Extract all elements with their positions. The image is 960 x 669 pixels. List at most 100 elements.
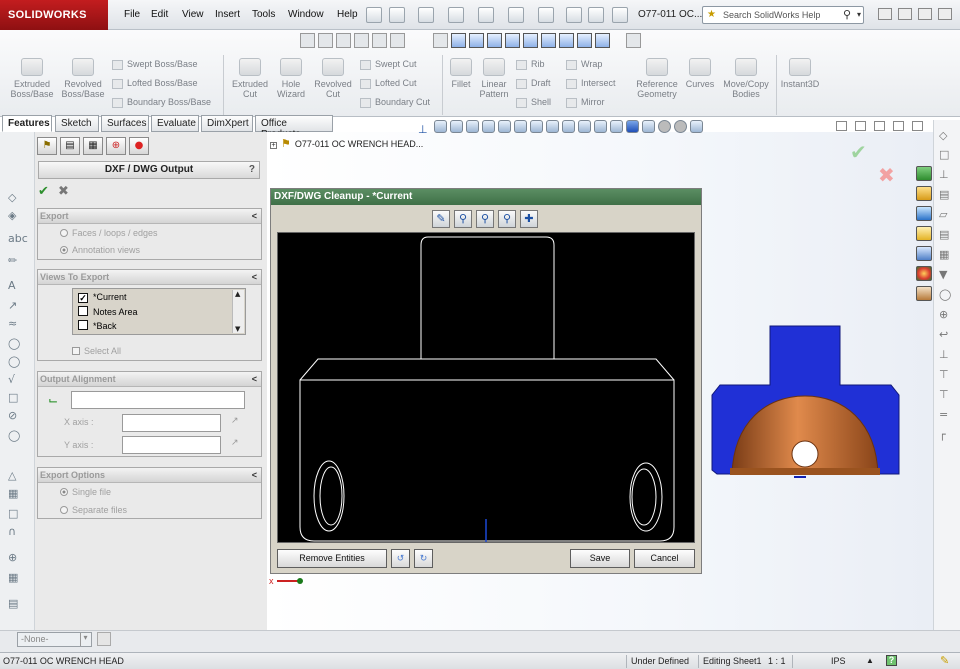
centerline-icon[interactable]: ▦ [8, 572, 22, 584]
swept-boss-button[interactable]: Swept Boss/Base [112, 59, 198, 70]
realview-icon[interactable] [690, 120, 703, 133]
view-settings-icon[interactable] [578, 120, 591, 133]
tab-sketch[interactable]: Sketch [55, 115, 99, 132]
radio-annotation-views[interactable]: Annotation views [60, 245, 140, 255]
checkbox-checked-icon[interactable]: ✓ [78, 293, 88, 303]
list-icon[interactable] [354, 33, 369, 48]
lofted-cut-button[interactable]: Lofted Cut [360, 78, 417, 89]
datum-target-icon[interactable]: △ [8, 470, 22, 482]
task-pane-icon[interactable]: □ [939, 148, 949, 161]
section-view-icon[interactable] [318, 33, 333, 48]
task-pane-icon[interactable]: ⊕ [939, 308, 948, 321]
reference-triad-icon[interactable]: ⊥ [418, 123, 431, 136]
view-orientation-icon[interactable] [498, 120, 511, 133]
new-document-icon[interactable] [389, 7, 405, 23]
zoom-to-fit-icon[interactable] [434, 120, 447, 133]
menu-help[interactable]: Help [337, 9, 358, 20]
task-pane-icon[interactable]: ⊥ [939, 168, 949, 181]
views-list[interactable]: ✓ *Current Notes Area *Back ▲ ▼ [72, 288, 246, 335]
revision-symbol-icon[interactable]: ∩ [8, 526, 22, 538]
task-pane-icon[interactable]: ◯ [939, 288, 951, 301]
menu-insert[interactable]: Insert [215, 9, 240, 20]
chart-icon[interactable] [390, 33, 405, 48]
close-doc-icon[interactable] [912, 121, 923, 131]
chevron-down-icon[interactable]: ▾ [80, 633, 90, 646]
list-item[interactable]: ✓ *Current [78, 292, 127, 303]
balloon-icon[interactable]: ≈ [8, 318, 22, 330]
dimetric-view-icon[interactable] [594, 33, 610, 48]
zoom-area-icon[interactable]: ⚲ [476, 210, 494, 228]
configuration-manager-tab-icon[interactable]: ▦ [83, 137, 103, 155]
view-orientation-icon[interactable] [300, 33, 315, 48]
isometric-view-icon[interactable] [558, 33, 574, 48]
origin-field[interactable] [71, 391, 245, 409]
extruded-boss-button[interactable]: Extruded Boss/Base [8, 58, 56, 99]
zoom-area-icon[interactable] [450, 120, 463, 133]
auto-balloon-icon[interactable]: ◯ [8, 338, 22, 350]
expand-icon[interactable]: + [270, 142, 277, 149]
edit-appearance-icon[interactable] [546, 120, 559, 133]
dynamic-view-icon[interactable] [336, 33, 351, 48]
fillet-button[interactable]: Fillet [446, 58, 476, 89]
reverse-direction-icon[interactable]: ↗ [231, 438, 239, 448]
scene-icon[interactable] [674, 120, 687, 133]
dialog-title-bar[interactable]: DXF/DWG Cleanup - *Current [271, 189, 701, 205]
zoom-to-fit-icon[interactable]: ⚲ [454, 210, 472, 228]
save-icon[interactable] [448, 7, 464, 23]
hatch-icon[interactable]: ▦ [8, 488, 22, 500]
pin-icon[interactable] [366, 7, 382, 23]
tab-office-products[interactable]: Office Products [255, 115, 333, 140]
rebuild-status-icon[interactable]: ✎ [940, 654, 949, 667]
task-pane-icon[interactable]: ▤ [939, 188, 949, 201]
previous-view-icon[interactable] [466, 120, 479, 133]
tab-dimxpert[interactable]: DimXpert [201, 115, 253, 132]
linear-pattern-button[interactable]: Linear Pattern [476, 58, 512, 99]
bottom-view-icon[interactable] [540, 33, 556, 48]
redo-icon[interactable]: ↻ [414, 549, 433, 568]
export-options-header[interactable]: Export Options ˂ [38, 468, 261, 483]
task-pane-icon[interactable]: ┌ [939, 428, 946, 441]
rebuild-icon[interactable] [566, 7, 582, 23]
task-pane-icon[interactable]: ▼ [939, 268, 947, 281]
export-group-header[interactable]: Export ˂ [38, 209, 261, 224]
geometric-tolerance-icon[interactable]: ◯ [8, 430, 22, 442]
front-view-icon[interactable] [450, 33, 466, 48]
swept-cut-button[interactable]: Swept Cut [360, 59, 417, 70]
open-icon[interactable] [418, 7, 434, 23]
wrap-button[interactable]: Wrap [566, 59, 602, 70]
view-palette-tab-icon[interactable] [916, 246, 932, 261]
solidworks-logo[interactable]: SOLIDWORKS [0, 0, 108, 30]
hole-wizard-button[interactable]: Hole Wizard [270, 58, 312, 99]
radio-separate-files[interactable]: Separate files [60, 505, 127, 515]
format-painter-icon[interactable]: ✏ [8, 255, 22, 267]
leader-icon[interactable]: ↗ [8, 300, 22, 312]
center-mark-icon[interactable]: ⊕ [8, 552, 22, 564]
search-icon[interactable]: ⚲ [843, 8, 851, 21]
spell-check-icon[interactable]: abc [8, 233, 28, 245]
preview-canvas[interactable] [277, 232, 695, 543]
trimetric-view-icon[interactable] [576, 33, 592, 48]
lofted-boss-button[interactable]: Lofted Boss/Base [112, 78, 198, 89]
menu-view[interactable]: View [182, 9, 204, 20]
zoom-in-out-icon[interactable]: ⚲ [498, 210, 516, 228]
smart-dimension-icon[interactable]: ◈ [8, 210, 22, 222]
help-menu-icon[interactable] [878, 8, 892, 20]
right-view-icon[interactable] [504, 33, 520, 48]
wireframe-icon[interactable] [594, 120, 607, 133]
cancel-button[interactable]: Cancel [634, 549, 695, 568]
revolved-cut-button[interactable]: Revolved Cut [310, 58, 356, 99]
minimize-doc-icon[interactable] [874, 121, 885, 131]
radio-single-file[interactable]: Single file [60, 487, 111, 497]
print-icon[interactable] [478, 7, 494, 23]
task-pane-icon[interactable]: ▤ [939, 228, 949, 241]
hole-callout-icon[interactable]: ⊘ [8, 410, 22, 422]
link-view-icon[interactable] [625, 33, 641, 48]
file-properties-icon[interactable] [588, 7, 604, 23]
search-box[interactable]: ★ Search SolidWorks Help ⚲ ▾ [702, 6, 864, 24]
collapse-icon[interactable]: ˂ [252, 372, 257, 386]
tab-features[interactable]: Features [2, 115, 52, 132]
list-item[interactable]: *Back [78, 320, 117, 331]
list-scrollbar[interactable]: ▲ ▼ [232, 290, 244, 333]
help-icon[interactable]: ? [886, 655, 897, 666]
perspective-icon[interactable] [642, 120, 655, 133]
